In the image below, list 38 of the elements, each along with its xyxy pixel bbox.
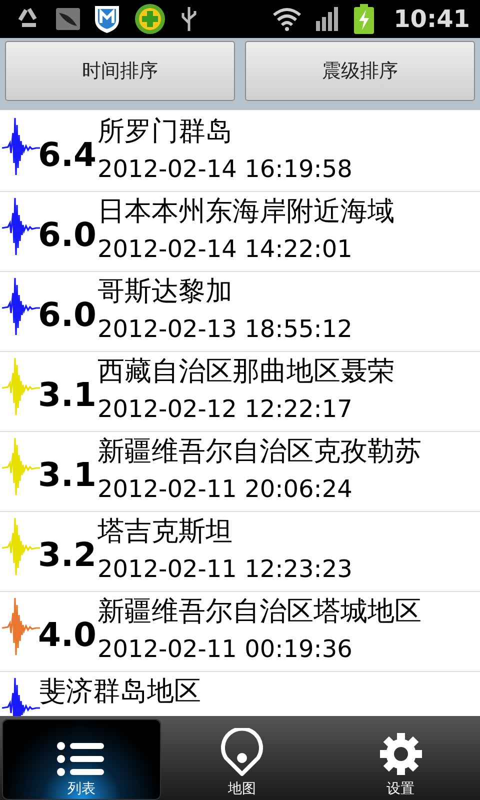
signal-icon xyxy=(316,7,340,31)
menu-icon xyxy=(57,742,106,776)
map-pin-icon xyxy=(220,728,264,776)
wifi-icon xyxy=(272,7,302,31)
event-time: 2012-02-11 20:06:24 xyxy=(97,474,354,505)
event-time: 2012-02-12 12:22:17 xyxy=(97,394,354,425)
place-name: 斐济群岛地区 xyxy=(39,675,201,709)
magnitude: 3.1 xyxy=(38,375,96,414)
place-name: 西藏自治区那曲地区聂荣 xyxy=(97,355,394,389)
nav-tab[interactable]: 地图 xyxy=(162,716,322,800)
event-time: 2012-02-14 14:22:01 xyxy=(97,234,354,265)
sort-button[interactable]: 震级排序 xyxy=(245,41,475,101)
nav-tab[interactable]: 列表 xyxy=(2,719,161,800)
clock-time: 10:41 xyxy=(394,5,470,33)
shield-icon xyxy=(94,4,120,34)
event-time: 2012-02-14 16:19:58 xyxy=(97,154,352,185)
place-name: 日本本州东海岸附近海域 xyxy=(97,195,394,229)
settings-icon xyxy=(378,732,423,776)
leaf-icon xyxy=(56,8,80,30)
sort-button[interactable]: 时间排序 xyxy=(5,41,235,101)
magnitude: 6.0 xyxy=(38,215,96,254)
event-time: 2012-02-11 00:19:36 xyxy=(97,634,354,665)
battery-charging-icon xyxy=(354,4,374,34)
event-time: 2012-02-11 12:23:23 xyxy=(97,554,352,585)
place-name: 新疆维吾尔自治区塔城地区 xyxy=(97,595,422,629)
place-name: 所罗门群岛 xyxy=(97,115,234,149)
magnitude: 3.1 xyxy=(38,455,96,494)
nav-tab[interactable]: 设置 xyxy=(321,716,480,800)
magnitude: 6.4 xyxy=(38,135,96,174)
magnitude: 4.0 xyxy=(38,615,96,654)
event-time: 2012-02-13 18:55:12 xyxy=(97,314,352,345)
usb-icon xyxy=(180,5,198,33)
plus-circle-icon xyxy=(134,3,166,35)
place-name: 塔吉克斯坦 xyxy=(97,515,234,549)
magnitude: 6.0 xyxy=(38,295,96,334)
place-name: 新疆维吾尔自治区克孜勒苏 xyxy=(97,435,422,469)
magnitude: 3.2 xyxy=(38,535,96,574)
place-name: 哥斯达黎加 xyxy=(97,275,234,309)
